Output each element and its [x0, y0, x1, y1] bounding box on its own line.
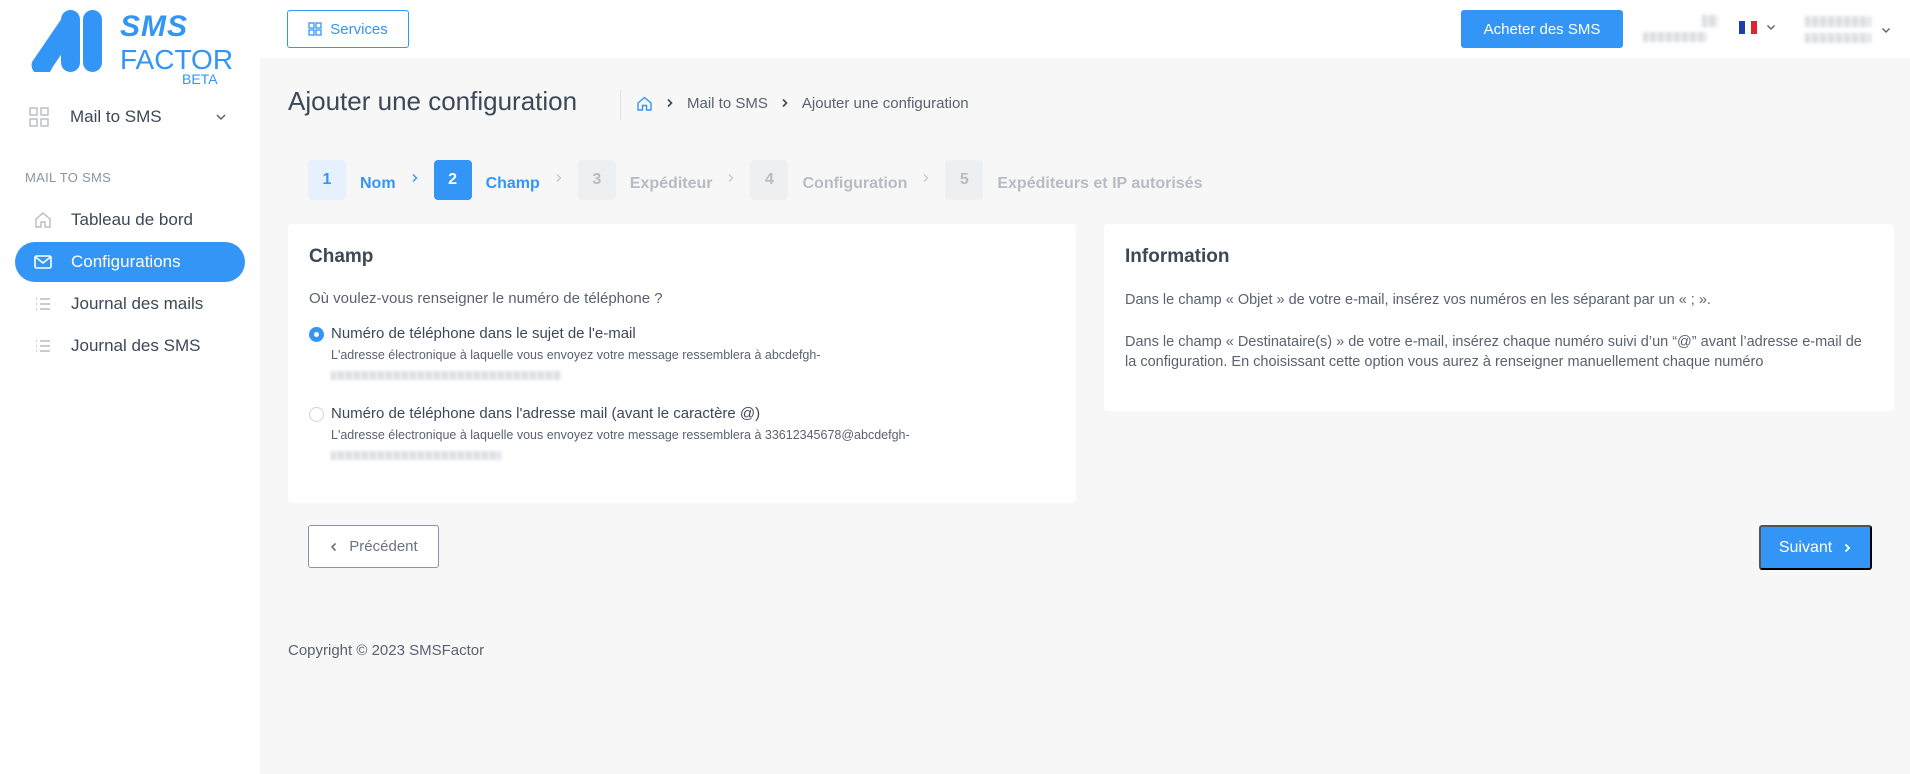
radio-button[interactable] — [309, 327, 324, 342]
chevron-right-icon — [412, 174, 418, 182]
redacted-credit — [1702, 15, 1718, 27]
option-label: Numéro de téléphone dans l'adresse mail … — [331, 405, 761, 422]
chevron-right-icon — [782, 98, 788, 108]
sidebar-item-label: Journal des SMS — [71, 336, 201, 355]
list-icon — [33, 294, 53, 314]
home-icon — [33, 210, 53, 230]
sidebar-item-configurations[interactable]: Configurations — [15, 242, 245, 282]
breadcrumb: Mail to SMS Ajouter une configuration — [636, 92, 981, 114]
redacted-email — [331, 451, 501, 460]
sidebar-item-label: Tableau de bord — [71, 210, 193, 229]
field-card-title: Champ — [309, 246, 374, 267]
sidebar-item-sms-log[interactable]: Journal des SMS — [15, 326, 245, 366]
chevron-right-icon — [1845, 543, 1851, 552]
copyright: Copyright © 2023 SMSFactor — [288, 642, 485, 659]
logo-beta-badge: BETA — [182, 71, 218, 87]
step-number: 3 — [577, 160, 616, 200]
logo-sms-text: SMS — [120, 10, 189, 43]
information-paragraph: Dans le champ « Objet » de votre e-mail,… — [1125, 292, 1711, 308]
title-divider — [620, 90, 621, 120]
grid-icon — [308, 22, 322, 36]
chevron-left-icon — [331, 542, 337, 551]
information-card: Information Dans le champ « Objet » de v… — [1104, 224, 1894, 411]
language-chevron-down-icon[interactable] — [1765, 21, 1777, 33]
mail-icon — [33, 252, 53, 272]
user-menu-chevron-down-icon[interactable] — [1880, 24, 1892, 36]
option-label: Numéro de téléphone dans le sujet de l'e… — [331, 325, 636, 342]
module-selector-label: Mail to SMS — [70, 107, 162, 126]
next-button[interactable]: Suivant — [1759, 525, 1872, 570]
list-icon — [33, 336, 53, 356]
radio-button[interactable] — [309, 407, 324, 422]
step-label: Expéditeur — [629, 175, 713, 192]
module-selector[interactable]: Mail to SMS — [28, 100, 228, 134]
next-button-label: Suivant — [1778, 538, 1833, 556]
step-label: Expéditeurs et IP autorisés — [997, 175, 1203, 192]
redacted-email — [331, 371, 561, 380]
sidebar-nav: Tableau de bord Configurations Journal d… — [15, 200, 245, 368]
french-flag-icon[interactable] — [1739, 21, 1757, 34]
option-description: L'adresse électronique à laquelle vous e… — [331, 348, 821, 362]
logo-factor-text: FACTOR — [120, 44, 234, 75]
services-button[interactable]: Services — [287, 10, 409, 48]
logo-mark-icon — [31, 10, 102, 72]
sidebar-item-dashboard[interactable]: Tableau de bord — [15, 200, 245, 240]
redacted-user-name — [1805, 16, 1871, 27]
step-sender[interactable]: 3 Expéditeur — [577, 160, 713, 200]
step-number: 2 — [433, 160, 472, 200]
step-field[interactable]: 2 Champ — [433, 160, 540, 200]
step-name[interactable]: 1 Nom — [308, 160, 396, 200]
step-authorized-senders[interactable]: 5 Expéditeurs et IP autorisés — [945, 160, 1202, 200]
information-card-title: Information — [1125, 246, 1230, 267]
sidebar-item-label: Configurations — [71, 252, 181, 271]
chevron-down-icon — [216, 114, 226, 121]
field-card: Champ Où voulez-vous renseigner le numér… — [288, 224, 1076, 503]
previous-button[interactable]: Précédent — [308, 525, 439, 568]
page-title: Ajouter une configuration — [288, 86, 578, 116]
option-description: L'adresse électronique à laquelle vous e… — [331, 428, 910, 442]
step-label: Champ — [485, 175, 540, 192]
information-paragraph: Dans le champ « Destinataire(s) » de vot… — [1125, 334, 1862, 370]
chevron-right-icon — [728, 174, 734, 182]
redacted-credit-sub — [1643, 32, 1707, 42]
option-phone-in-address[interactable]: Numéro de téléphone dans l'adresse mail … — [309, 404, 910, 445]
chevron-right-icon — [556, 174, 562, 182]
sidebar-item-label: Journal des mails — [71, 294, 204, 313]
buy-sms-button[interactable]: Acheter des SMS — [1461, 10, 1623, 48]
wizard-stepper: 1 Nom 2 Champ 3 Expéditeur 4 Configurati… — [308, 159, 1202, 201]
home-icon[interactable] — [636, 95, 653, 112]
previous-button-label: Précédent — [349, 538, 418, 555]
step-configuration[interactable]: 4 Configuration — [750, 160, 907, 200]
step-label: Configuration — [802, 175, 908, 192]
sidebar: SMS FACTOR BETA Mail to SMS MAIL TO SMS … — [0, 0, 260, 774]
step-number: 1 — [308, 160, 346, 200]
smsfactor-logo[interactable]: SMS FACTOR BETA — [28, 10, 233, 90]
chevron-right-icon — [923, 174, 929, 182]
breadcrumb-mail-to-sms[interactable]: Mail to SMS — [687, 95, 768, 112]
sidebar-section-title: MAIL TO SMS — [25, 170, 112, 185]
option-phone-in-subject[interactable]: Numéro de téléphone dans le sujet de l'e… — [309, 324, 820, 365]
step-number: 5 — [945, 160, 984, 200]
step-label: Nom — [360, 175, 396, 192]
grid-icon — [29, 107, 49, 127]
step-number: 4 — [750, 160, 789, 200]
redacted-user-account — [1805, 33, 1871, 43]
field-question: Où voulez-vous renseigner le numéro de t… — [309, 290, 663, 307]
breadcrumb-current: Ajouter une configuration — [801, 94, 969, 112]
top-bar: Services Acheter des SMS — [260, 0, 1910, 58]
sidebar-item-mail-log[interactable]: Journal des mails — [15, 284, 245, 324]
services-button-label: Services — [330, 20, 388, 38]
chevron-right-icon — [667, 98, 673, 108]
